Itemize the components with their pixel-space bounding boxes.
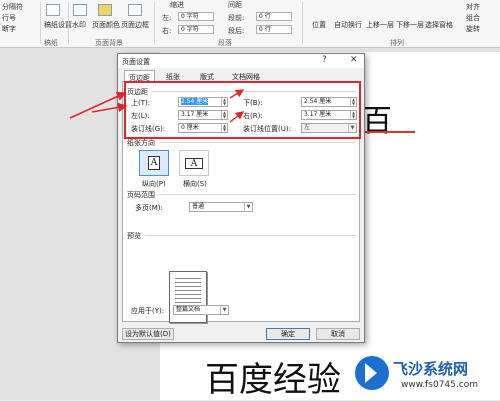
arrange-group-label: 排列 <box>390 39 404 47</box>
chevron-down-icon: ▼ <box>244 203 252 211</box>
help-button[interactable]: ? <box>322 55 327 65</box>
space-after-label: 段后: <box>228 27 245 35</box>
indent-left-label: 左: <box>162 14 172 22</box>
annotation-arrows <box>69 89 245 123</box>
position-button[interactable]: 位置 <box>312 20 326 30</box>
space-after-spinner[interactable]: 0 行 <box>256 25 292 34</box>
indent-right-label: 右: <box>162 27 172 35</box>
arrow-top-icon <box>69 91 127 119</box>
multiple-pages-select[interactable]: 普通 ▼ <box>189 202 253 212</box>
landscape-label: 横向(S) <box>183 180 207 188</box>
landscape-page-icon: A <box>185 158 203 169</box>
watermark-title: 飞沙系统网 <box>393 360 469 378</box>
watermark-button[interactable]: 水印 <box>72 20 86 30</box>
ok-button[interactable]: 确定 <box>266 328 310 340</box>
watermark-icon <box>73 4 87 16</box>
hyphenation-menu[interactable]: 断字 <box>2 24 16 34</box>
multiple-pages-value: 普通 <box>192 203 205 210</box>
pages-section-title: 页码范围 <box>127 191 155 199</box>
dialog-title: 页面设置 <box>122 58 150 66</box>
manuscript-group-label: 稿纸 <box>44 39 58 47</box>
indent-left-spinner[interactable]: 0 字符 <box>178 12 214 21</box>
manuscript-icon <box>46 4 60 16</box>
preview-line <box>175 278 201 279</box>
preview-section-title: 预览 <box>127 232 141 240</box>
send-backward-button[interactable]: 下移一层 <box>396 20 424 30</box>
ribbon: 分隔符 行号 断字 稿纸设置 稿纸 水印 页面颜色 页面边框 页面背景 缩进 间… <box>0 0 500 48</box>
preview-line <box>175 302 201 303</box>
portrait-option[interactable]: A <box>139 150 169 176</box>
apply-to-label: 应用于(Y): <box>131 307 165 315</box>
selection-pane-button[interactable]: 选择窗格 <box>425 20 453 30</box>
watermark-url: www.fs0745.com <box>401 380 478 390</box>
preview-line <box>175 290 201 291</box>
page-border-button[interactable]: 页面边框 <box>121 20 149 30</box>
page-color-button[interactable]: 页面颜色 <box>92 20 120 30</box>
cancel-button[interactable]: 取消 <box>316 328 360 340</box>
apply-to-value: 整篇文档 <box>176 306 201 313</box>
multiple-pages-label: 多页(M): <box>135 204 163 212</box>
preview-line <box>175 294 201 295</box>
site-watermark: 飞沙系统网 www.fs0745.com <box>355 352 500 400</box>
arrow-right-icon <box>229 111 245 123</box>
page-color-icon <box>98 4 112 16</box>
page-preview <box>169 271 207 323</box>
preview-line <box>175 282 201 283</box>
paragraph-group-label: 段落 <box>218 39 232 47</box>
line-numbers-menu[interactable]: 行号 <box>2 13 16 23</box>
arrow-left-icon <box>91 102 128 113</box>
arrow-bottom-icon <box>229 89 245 99</box>
align-button[interactable]: 对齐 <box>466 2 480 12</box>
chevron-down-icon: ▼ <box>220 306 228 314</box>
space-before-spinner[interactable]: 0 行 <box>256 12 292 21</box>
indent-header: 缩进 <box>170 1 184 9</box>
space-before-label: 段前: <box>228 14 245 22</box>
close-button[interactable]: ✕ <box>350 55 358 65</box>
play-logo-icon <box>355 356 389 390</box>
page-background-group-label: 页面背景 <box>95 39 123 47</box>
breaks-menu[interactable]: 分隔符 <box>2 2 23 12</box>
portrait-label: 纵向(P) <box>142 180 166 188</box>
spacing-header: 间距 <box>228 1 242 9</box>
bring-forward-button[interactable]: 上移一层 <box>366 20 394 30</box>
dialog-title-bar[interactable]: 页面设置 ? ✕ <box>118 54 364 68</box>
portrait-page-icon: A <box>148 156 160 170</box>
wrap-text-button[interactable]: 自动换行 <box>334 20 362 30</box>
preview-line <box>175 286 201 287</box>
group-button[interactable]: 组合 <box>466 13 480 23</box>
rotate-button[interactable]: 旋转 <box>466 24 480 34</box>
set-default-button[interactable]: 设为默认值(D) <box>122 328 174 340</box>
document-bottom-text: 百度经验 <box>205 360 341 400</box>
preview-line <box>175 298 201 299</box>
apply-to-select[interactable]: 整篇文档 ▼ <box>173 305 229 315</box>
indent-right-spinner[interactable]: 0 字符 <box>178 25 214 34</box>
landscape-option[interactable]: A <box>179 150 209 176</box>
page-border-icon <box>128 4 142 16</box>
